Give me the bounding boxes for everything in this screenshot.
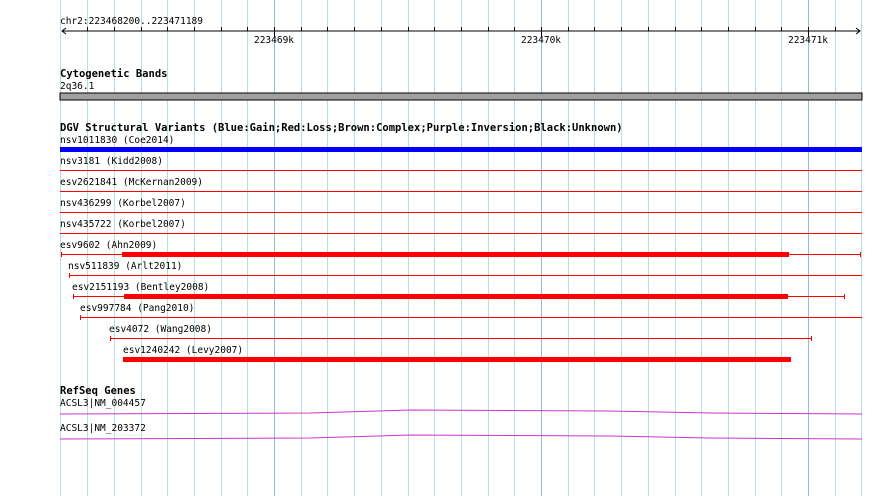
sv-feature-esv4072[interactable] bbox=[110, 336, 812, 341]
sv-feature-esv997784[interactable] bbox=[80, 315, 862, 320]
genome-browser-view: chr2:223468200..223471189 223469k 223470… bbox=[0, 0, 890, 496]
sv-feature-gain-bar[interactable] bbox=[60, 147, 862, 152]
ruler bbox=[61, 27, 861, 37]
track-graphics bbox=[59, 27, 863, 440]
sv-feature-esv2151193[interactable] bbox=[73, 294, 845, 299]
gene-model[interactable] bbox=[59, 409, 863, 415]
sv-feature-nsv511839[interactable] bbox=[69, 273, 862, 278]
sv-feature-esv1240242[interactable] bbox=[123, 357, 791, 362]
cytoband-bar[interactable] bbox=[59, 92, 863, 101]
gene-model[interactable] bbox=[59, 434, 863, 440]
sv-feature-esv9602[interactable] bbox=[61, 252, 861, 257]
